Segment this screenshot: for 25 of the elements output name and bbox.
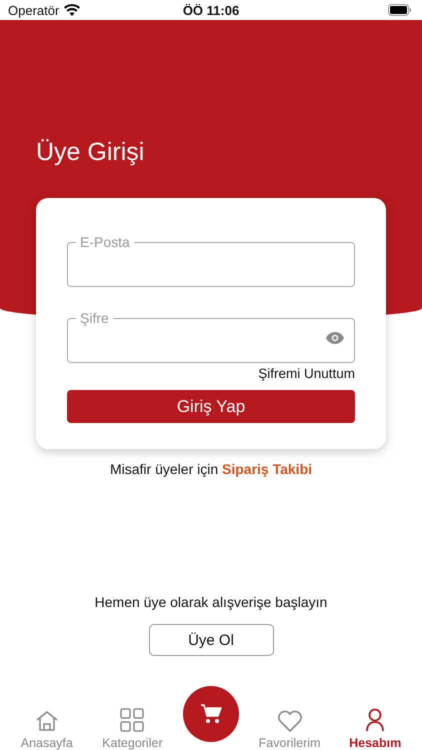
page-title: Üye Girişi	[36, 138, 146, 167]
heart-icon	[276, 710, 303, 732]
carrier-name: Operatör	[8, 2, 60, 18]
field-label: Şifre	[79, 310, 110, 326]
login-button[interactable]: Giriş Yap	[67, 390, 355, 423]
register-button[interactable]: Üye Ol	[148, 624, 274, 656]
guest-text: Misafir üyeler için	[110, 461, 218, 477]
user-icon	[365, 708, 386, 732]
forgot-password-link[interactable]: Şifremi Unuttum	[258, 366, 355, 381]
grid-icon	[120, 708, 144, 732]
tab-item[interactable]: Hesabım	[340, 708, 410, 750]
wifi-icon	[64, 4, 80, 16]
field-label: E-Posta	[79, 234, 131, 250]
cart-icon	[200, 703, 222, 725]
battery-icon	[388, 4, 412, 16]
register-prompt: Hemen üye olarak alışverişe başlayın	[94, 594, 328, 610]
tab-item[interactable]: Anasayfa	[12, 710, 82, 750]
tab-item[interactable]: Kategoriler	[97, 708, 168, 750]
eye-icon[interactable]	[326, 332, 344, 344]
input-field[interactable]: Şifre	[67, 310, 355, 363]
order-tracking-link[interactable]: Sipariş Takibi	[222, 461, 312, 477]
tab-item[interactable]: Favorilerim	[254, 710, 325, 750]
status-time: ÖÖ 11:06	[182, 2, 240, 18]
input-field[interactable]: E-Posta	[67, 234, 355, 287]
home-icon	[34, 710, 59, 732]
